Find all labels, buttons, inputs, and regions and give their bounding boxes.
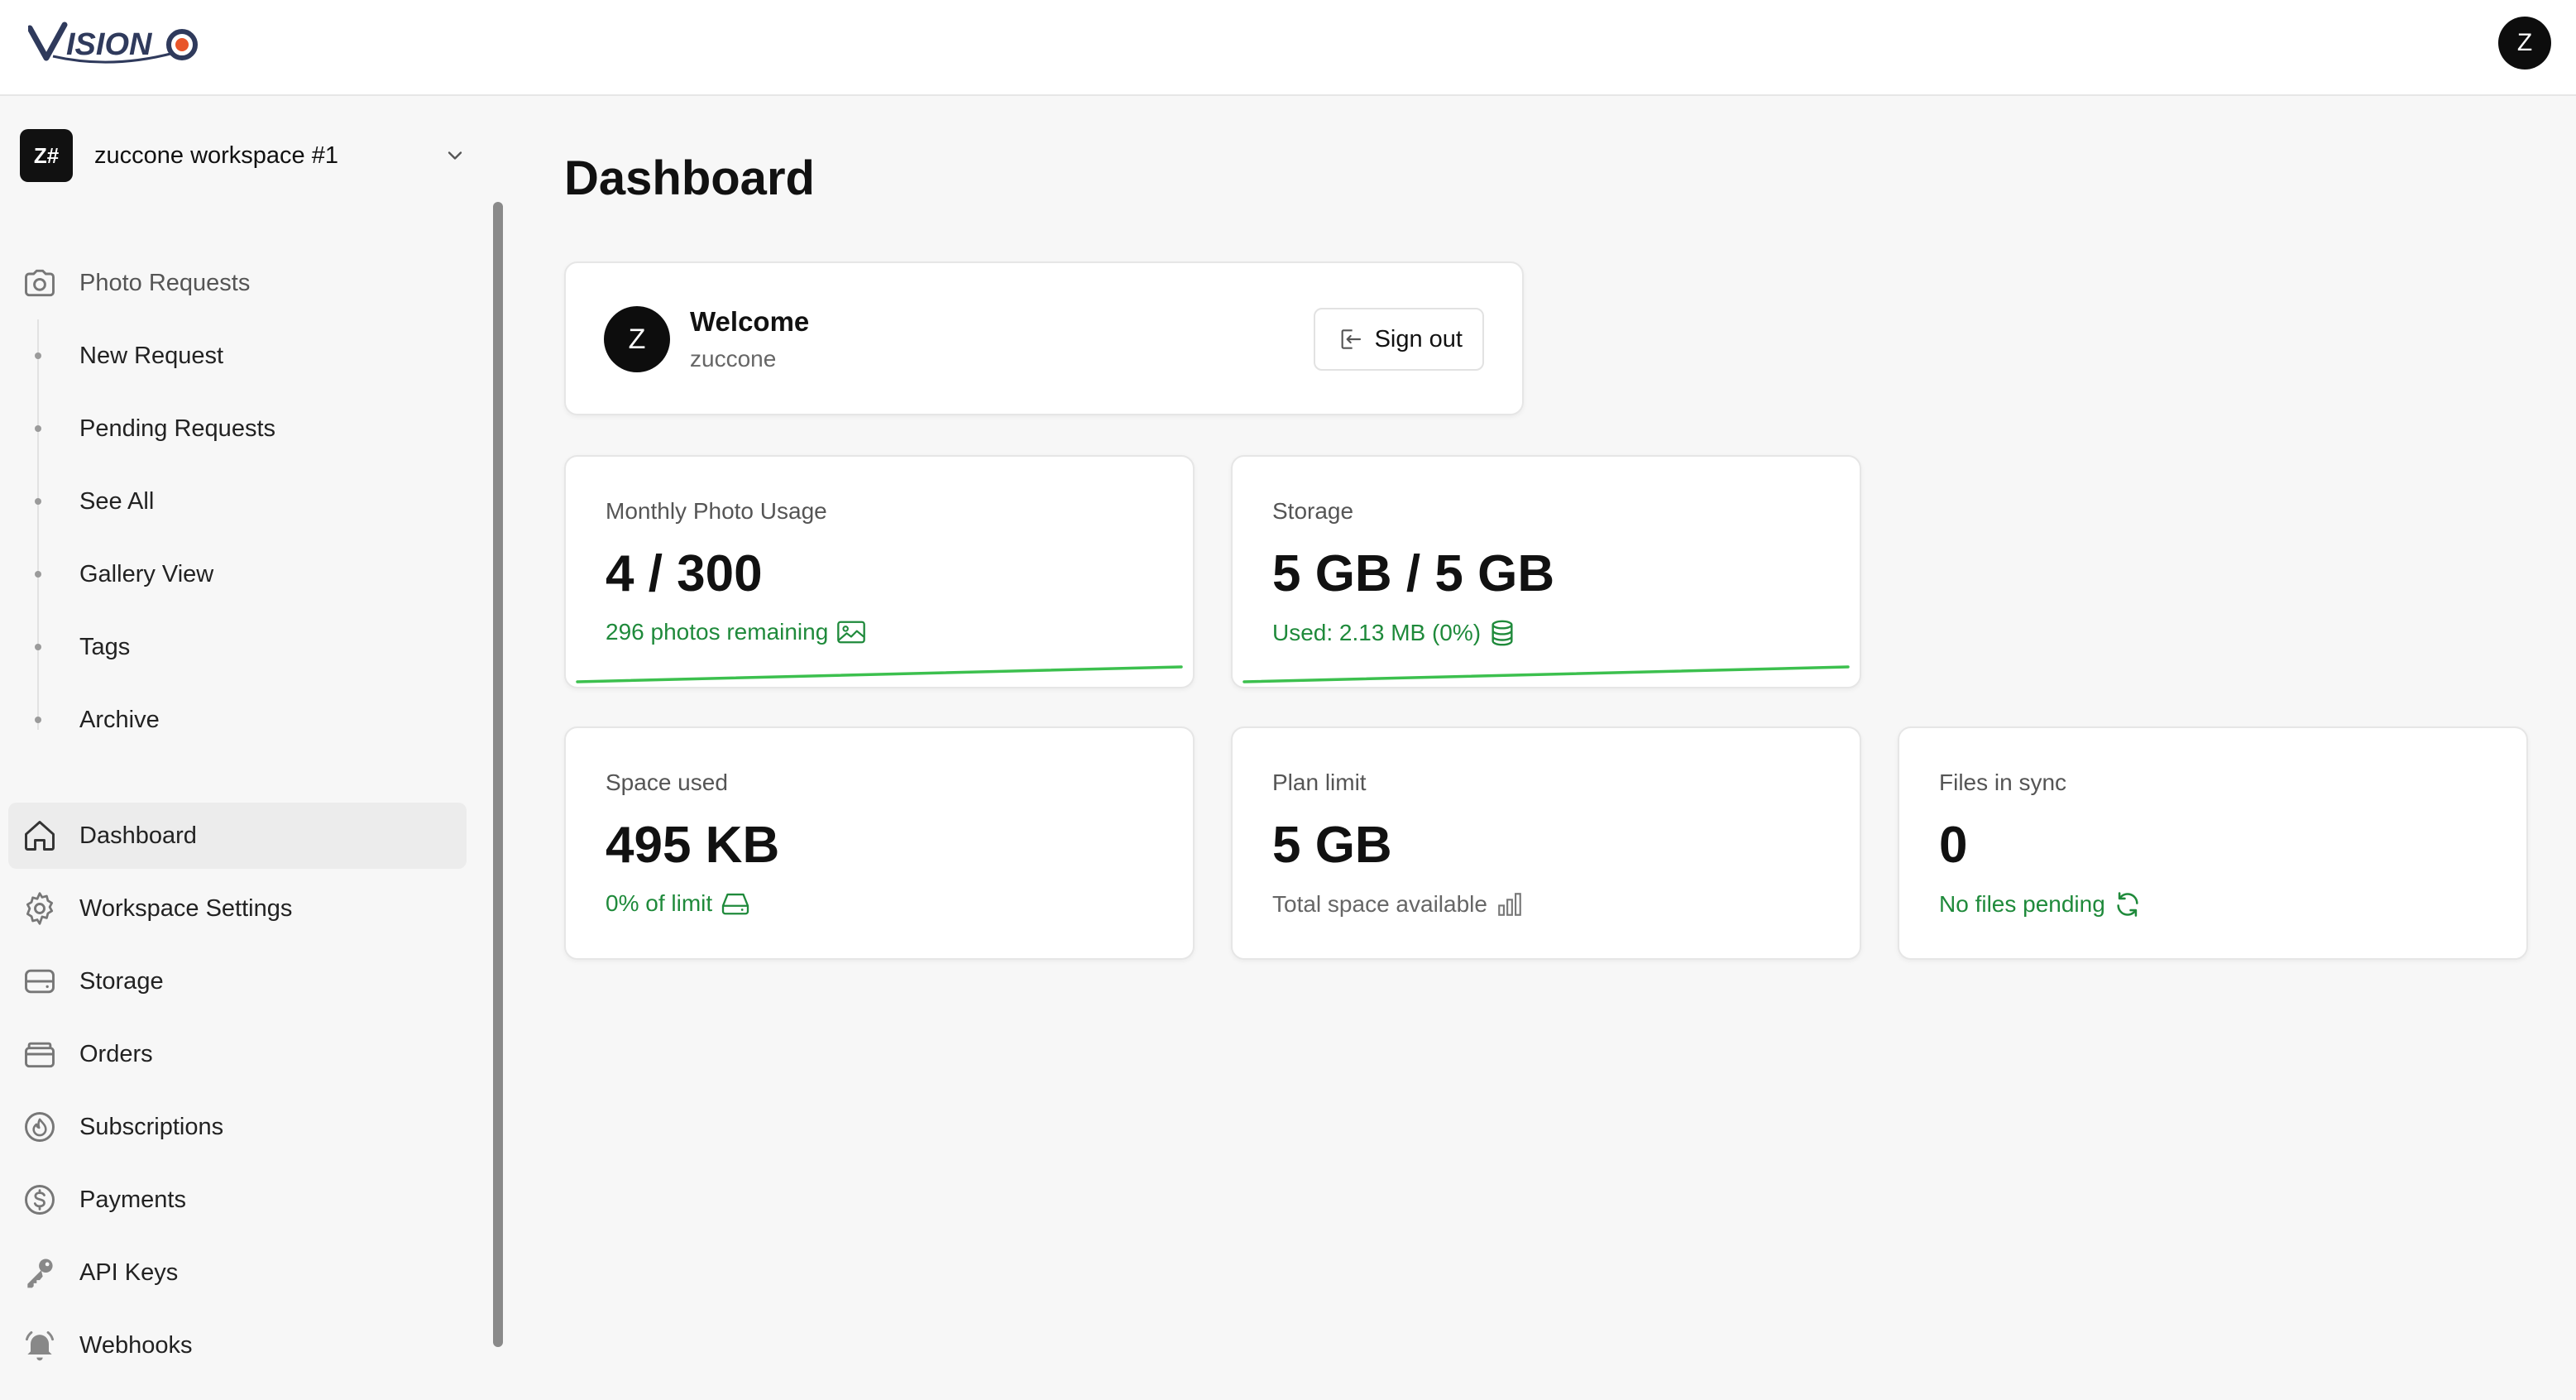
sidebar-item-photo-requests[interactable]: Photo Requests: [20, 247, 467, 319]
stat-note-text: Used: 2.13 MB (0%): [1272, 620, 1482, 645]
key-icon: [20, 1253, 60, 1292]
stat-value: 5 GB / 5 GB: [1272, 545, 1555, 602]
stat-note-text: 296 photos remaining: [606, 619, 829, 645]
sidebar-item-label: Orders: [79, 1040, 153, 1067]
stat-label: Storage: [1272, 498, 1354, 524]
sidebar-item-webhooks[interactable]: Webhooks: [20, 1312, 467, 1378]
sign-out-button[interactable]: Sign out: [1313, 308, 1484, 371]
avatar: Z: [604, 306, 670, 372]
stat-value: 5 GB: [1272, 817, 1392, 874]
stat-card-monthly-photo-usage: Monthly Photo Usage 4 / 300 296 photos r…: [564, 455, 1195, 688]
stat-value: 0: [1939, 817, 1968, 874]
sign-out-label: Sign out: [1374, 325, 1463, 352]
workspace-name: zuccone workspace #1: [94, 141, 338, 169]
home-icon: [20, 816, 60, 856]
stat-card-space-used: Space used 495 KB 0% of limit: [564, 726, 1195, 960]
sidebar-subitem-new-request[interactable]: New Request: [35, 319, 467, 392]
stat-label: Monthly Photo Usage: [606, 498, 827, 524]
refresh-icon: [2114, 890, 2142, 918]
sidebar-subitem-gallery-view[interactable]: Gallery View: [35, 538, 467, 611]
stat-label: Files in sync: [1939, 770, 2067, 795]
hard-drive-icon: [20, 961, 60, 1001]
sidebar-item-subscriptions[interactable]: Subscriptions: [20, 1094, 467, 1160]
camera-icon: [20, 263, 60, 303]
archive-icon: [20, 1034, 60, 1074]
welcome-card: Z Welcome zuccone Sign out: [564, 261, 1524, 415]
sidebar-item-storage[interactable]: Storage: [20, 948, 467, 1014]
sidebar-subitem-label: See All: [79, 487, 155, 515]
image-icon: [836, 620, 866, 645]
stat-label: Space used: [606, 770, 728, 795]
chevron-down-icon[interactable]: [443, 144, 467, 167]
sign-out-icon: [1337, 326, 1363, 352]
gear-icon: [20, 889, 60, 928]
sidebar-item-label: Webhooks: [79, 1331, 193, 1359]
dollar-circle-icon: [20, 1180, 60, 1220]
sidebar-subitem-label: Pending Requests: [79, 415, 275, 442]
sidebar-item-label: Subscriptions: [79, 1113, 224, 1140]
sidebar-subitem-see-all[interactable]: See All: [35, 465, 467, 538]
stat-note: 296 photos remaining: [606, 619, 866, 645]
stat-card-files-in-sync: Files in sync 0 No files pending: [1898, 726, 2528, 960]
sidebar-item-label: API Keys: [79, 1259, 179, 1286]
stat-value: 495 KB: [606, 817, 780, 874]
stat-value: 4 / 300: [606, 545, 763, 602]
bullet-dot: [35, 425, 41, 432]
flame-icon: [20, 1107, 60, 1147]
stat-card-plan-limit: Plan limit 5 GB Total space available: [1231, 726, 1861, 960]
app-logo[interactable]: ISION: [28, 20, 202, 66]
stat-note-text: Total space available: [1272, 891, 1487, 917]
bar-chart-icon: [1496, 890, 1524, 918]
main-nav: Dashboard Workspace Settings Storage Ord…: [8, 803, 467, 1385]
sidebar-subitem-label: Archive: [79, 706, 160, 733]
workspace-switcher[interactable]: Z# zuccone workspace #1: [20, 129, 467, 182]
bell-icon: [20, 1326, 60, 1365]
user-avatar[interactable]: Z: [2498, 17, 2551, 70]
stat-note: 0% of limit: [606, 890, 750, 917]
sidebar: Z# zuccone workspace #1 Photo Requests N…: [0, 98, 513, 1400]
sidebar-item-api-keys[interactable]: API Keys: [20, 1239, 467, 1306]
stat-note: Total space available: [1272, 890, 1524, 918]
sidebar-item-label: Dashboard: [79, 822, 197, 849]
stat-note-text: No files pending: [1939, 891, 2105, 917]
sidebar-item-label: Workspace Settings: [79, 894, 293, 922]
stat-note-text: 0% of limit: [606, 890, 713, 916]
stat-note: No files pending: [1939, 890, 2142, 918]
sidebar-subitem-tags[interactable]: Tags: [35, 611, 467, 683]
bullet-dot: [35, 498, 41, 505]
stat-note: Used: 2.13 MB (0%): [1272, 619, 1515, 647]
sidebar-subitem-archive[interactable]: Archive: [35, 683, 467, 756]
sidebar-subitem-label: Tags: [79, 633, 131, 660]
bullet-dot: [35, 644, 41, 650]
welcome-title: Welcome: [690, 306, 810, 337]
stat-card-storage: Storage 5 GB / 5 GB Used: 2.13 MB (0%): [1231, 455, 1861, 688]
sidebar-item-label: Storage: [79, 967, 164, 995]
sidebar-subitem-pending-requests[interactable]: Pending Requests: [35, 392, 467, 465]
sidebar-item-label: Payments: [79, 1186, 186, 1213]
sidebar-subitem-label: Gallery View: [79, 560, 214, 587]
sidebar-item-label: Photo Requests: [79, 269, 251, 296]
sidebar-item-orders[interactable]: Orders: [20, 1021, 467, 1087]
sidebar-item-workspace-settings[interactable]: Workspace Settings: [20, 875, 467, 942]
top-bar: ISION Z: [0, 0, 2576, 96]
svg-text:ISION: ISION: [66, 27, 153, 62]
sidebar-subitem-label: New Request: [79, 342, 224, 369]
vision-logo-icon: ISION: [28, 22, 198, 64]
bullet-dot: [35, 571, 41, 578]
photo-requests-section: Photo Requests New Request Pending Reque…: [20, 247, 467, 756]
sidebar-item-dashboard[interactable]: Dashboard: [8, 803, 467, 869]
bullet-dot: [35, 717, 41, 723]
photo-usage-progress-line: [576, 665, 1183, 683]
workspace-badge: Z#: [20, 129, 73, 182]
storage-progress-line: [1243, 665, 1850, 683]
page-title: Dashboard: [564, 151, 815, 205]
welcome-username: zuccone: [690, 346, 777, 372]
stat-label: Plan limit: [1272, 770, 1367, 795]
hard-drive-icon: [721, 891, 750, 916]
sidebar-item-payments[interactable]: Payments: [20, 1167, 467, 1233]
bullet-dot: [35, 352, 41, 359]
database-icon: [1489, 619, 1515, 647]
photo-requests-subnav: New Request Pending Requests See All Gal…: [20, 319, 467, 756]
sidebar-scrollbar[interactable]: [493, 202, 503, 1347]
